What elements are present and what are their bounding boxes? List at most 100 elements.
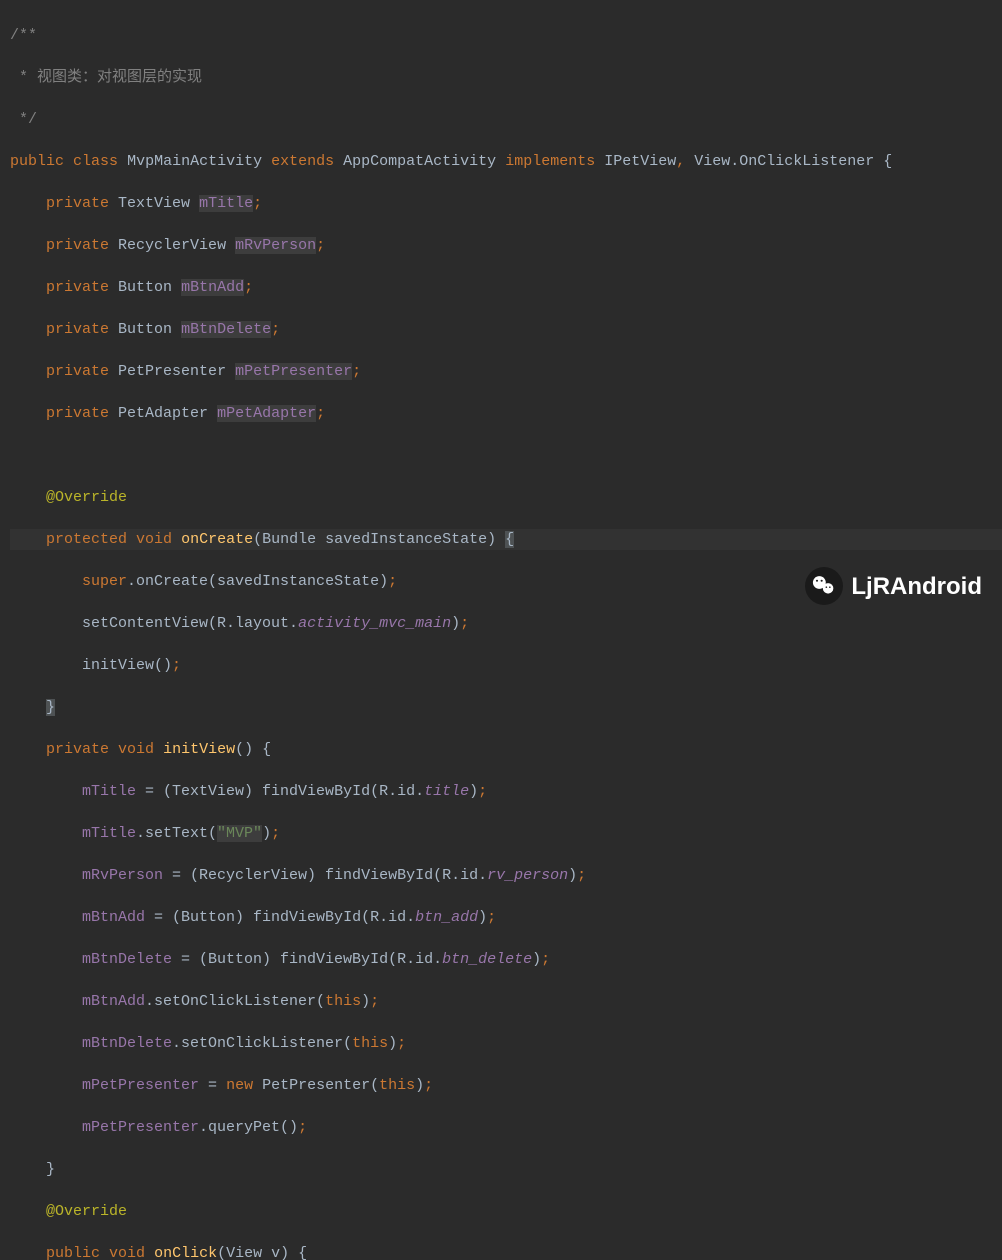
method-params: (View v) { xyxy=(217,1245,307,1260)
field-type: PetPresenter xyxy=(118,363,226,380)
id-ref: btn_delete xyxy=(442,951,532,968)
field-type: Button xyxy=(118,279,172,296)
method-call: .setOnClickListener( xyxy=(145,993,325,1010)
keyword-private: private xyxy=(46,321,109,338)
semicolon: ; xyxy=(460,615,469,632)
method-name: initView xyxy=(163,741,235,758)
keyword-private: private xyxy=(46,237,109,254)
interface-name: IPetView xyxy=(604,153,676,170)
field-ref: mTitle xyxy=(82,825,136,842)
field-ref: mTitle xyxy=(82,783,136,800)
method-call: .setText( xyxy=(136,825,217,842)
keyword-class: class xyxy=(73,153,118,170)
method-call: .onCreate(savedInstanceState) xyxy=(127,573,388,590)
semicolon: ; xyxy=(424,1077,433,1094)
id-ref: btn_add xyxy=(415,909,478,926)
paren: ) xyxy=(415,1077,424,1094)
semicolon: ; xyxy=(316,237,325,254)
field-ref: mRvPerson xyxy=(82,867,163,884)
keyword-public: public xyxy=(10,153,64,170)
semicolon: ; xyxy=(352,363,361,380)
annotation-override: @Override xyxy=(46,489,127,506)
field-ref: mBtnAdd xyxy=(82,909,145,926)
id-ref: rv_person xyxy=(487,867,568,884)
method-call: initView() xyxy=(82,657,172,674)
method-call: setContentView(R.layout. xyxy=(82,615,298,632)
code-editor[interactable]: /** * 视图类：对视图层的实现 */ public class MvpMai… xyxy=(0,0,1002,1260)
method-name: onCreate xyxy=(181,531,253,548)
field-name-hl: mBtnAdd xyxy=(181,279,244,296)
field-name-hl: mBtnDelete xyxy=(181,321,271,338)
field-type: TextView xyxy=(118,195,190,212)
semicolon: ; xyxy=(487,909,496,926)
parent-class: AppCompatActivity xyxy=(343,153,496,170)
method-call: .queryPet() xyxy=(199,1119,298,1136)
field-name-hl: mRvPerson xyxy=(235,237,316,254)
paren: ) xyxy=(568,867,577,884)
keyword-void: void xyxy=(136,531,172,548)
assign-expr: = (Button) findViewById(R.id. xyxy=(172,951,442,968)
id-ref: title xyxy=(424,783,469,800)
ctor-call: PetPresenter( xyxy=(253,1077,379,1094)
field-name-hl: mPetAdapter xyxy=(217,405,316,422)
semicolon: ; xyxy=(541,951,550,968)
paren: ) xyxy=(478,909,487,926)
watermark-text: LjRAndroid xyxy=(851,576,982,597)
field-type: RecyclerView xyxy=(118,237,226,254)
method-rest: () { xyxy=(235,741,271,758)
semicolon: ; xyxy=(370,993,379,1010)
keyword-super: super xyxy=(82,573,127,590)
field-ref: mPetPresenter xyxy=(82,1119,199,1136)
brace: } xyxy=(46,1161,55,1178)
keyword-public: public xyxy=(46,1245,100,1260)
comment-line: /** xyxy=(10,27,37,44)
keyword-new: new xyxy=(226,1077,253,1094)
semicolon: ; xyxy=(388,573,397,590)
field-type: PetAdapter xyxy=(118,405,208,422)
paren: ) xyxy=(361,993,370,1010)
keyword-private: private xyxy=(46,363,109,380)
keyword-private: private xyxy=(46,195,109,212)
equals: = xyxy=(199,1077,226,1094)
string-literal: "MVP" xyxy=(217,825,262,842)
annotation-override: @Override xyxy=(46,1203,127,1220)
assign-expr: = (TextView) findViewById(R.id. xyxy=(136,783,424,800)
keyword-private: private xyxy=(46,279,109,296)
field-name-hl: mPetPresenter xyxy=(235,363,352,380)
wechat-icon xyxy=(805,567,843,605)
method-params: (Bundle savedInstanceState) xyxy=(253,531,505,548)
semicolon: ; xyxy=(316,405,325,422)
paren: ) xyxy=(469,783,478,800)
keyword-private: private xyxy=(46,405,109,422)
brace-hl: } xyxy=(46,699,55,716)
semicolon: ; xyxy=(271,321,280,338)
semicolon: ; xyxy=(397,1035,406,1052)
layout-ref: activity_mvc_main xyxy=(298,615,451,632)
semicolon: ; xyxy=(577,867,586,884)
semicolon: ; xyxy=(298,1119,307,1136)
method-call: .setOnClickListener( xyxy=(172,1035,352,1052)
field-ref: mBtnDelete xyxy=(82,951,172,968)
paren: ) xyxy=(262,825,271,842)
keyword-extends: extends xyxy=(271,153,334,170)
paren: ) xyxy=(532,951,541,968)
field-type: Button xyxy=(118,321,172,338)
keyword-void: void xyxy=(118,741,154,758)
comma: , xyxy=(676,153,685,170)
class-name: MvpMainActivity xyxy=(127,153,262,170)
field-ref: mBtnDelete xyxy=(82,1035,172,1052)
paren: ) xyxy=(388,1035,397,1052)
keyword-private: private xyxy=(46,741,109,758)
field-ref: mPetPresenter xyxy=(82,1077,199,1094)
method-name: onClick xyxy=(154,1245,217,1260)
assign-expr: = (RecyclerView) findViewById(R.id. xyxy=(163,867,487,884)
comment-line: */ xyxy=(10,111,37,128)
field-name-hl: mTitle xyxy=(199,195,253,212)
keyword-protected: protected xyxy=(46,531,127,548)
semicolon: ; xyxy=(172,657,181,674)
assign-expr: = (Button) findViewById(R.id. xyxy=(145,909,415,926)
brace-hl: { xyxy=(505,531,514,548)
keyword-implements: implements xyxy=(505,153,595,170)
field-ref: mBtnAdd xyxy=(82,993,145,1010)
paren: ) xyxy=(451,615,460,632)
